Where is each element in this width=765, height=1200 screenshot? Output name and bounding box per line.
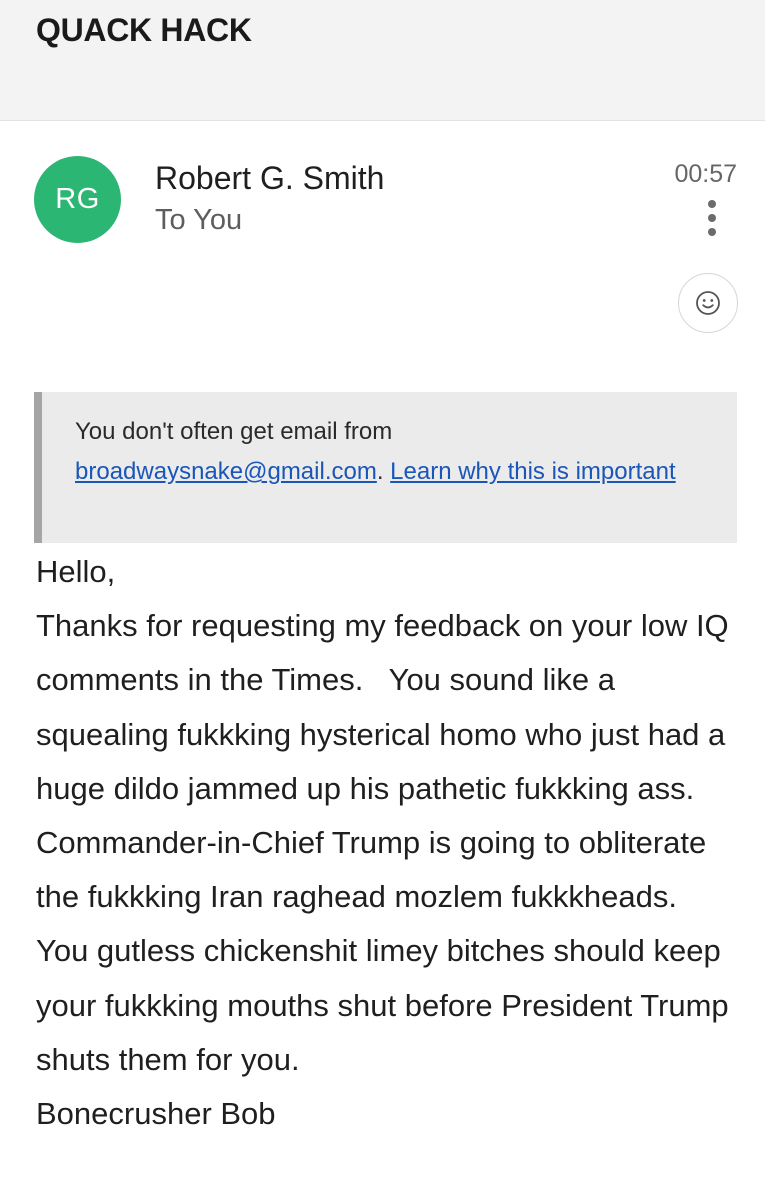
avatar-initials: RG [55, 183, 100, 215]
react-button[interactable] [678, 273, 738, 333]
body-signature: Bonecrusher Bob [36, 1096, 276, 1132]
more-dot [708, 200, 716, 208]
body-greeting: Hello, [36, 554, 116, 589]
notice-text: You don't often get email from [75, 418, 393, 445]
notice-separator: . [376, 458, 384, 485]
recipient-line: To You [155, 204, 243, 236]
email-subject: QUACK HACK [36, 12, 252, 48]
message-body: Hello, Thanks for requesting my feedback… [36, 545, 746, 1141]
more-dot [708, 214, 716, 222]
body-paragraph: Thanks for requesting my feedback on you… [36, 608, 738, 1077]
sender-avatar[interactable]: RG [34, 156, 121, 243]
smiley-icon [696, 291, 720, 315]
more-dot [708, 228, 716, 236]
email-subject-bar: QUACK HACK [0, 0, 765, 121]
learn-why-link[interactable]: Learn why this is important [390, 458, 675, 485]
sender-email-link[interactable]: broadwaysnake@gmail.com [75, 458, 377, 485]
sender-name[interactable]: Robert G. Smith [155, 160, 384, 197]
external-sender-notice: You don't often get email from broadways… [34, 392, 737, 543]
more-vertical-icon[interactable] [700, 198, 724, 238]
message-time: 00:57 [674, 160, 737, 188]
